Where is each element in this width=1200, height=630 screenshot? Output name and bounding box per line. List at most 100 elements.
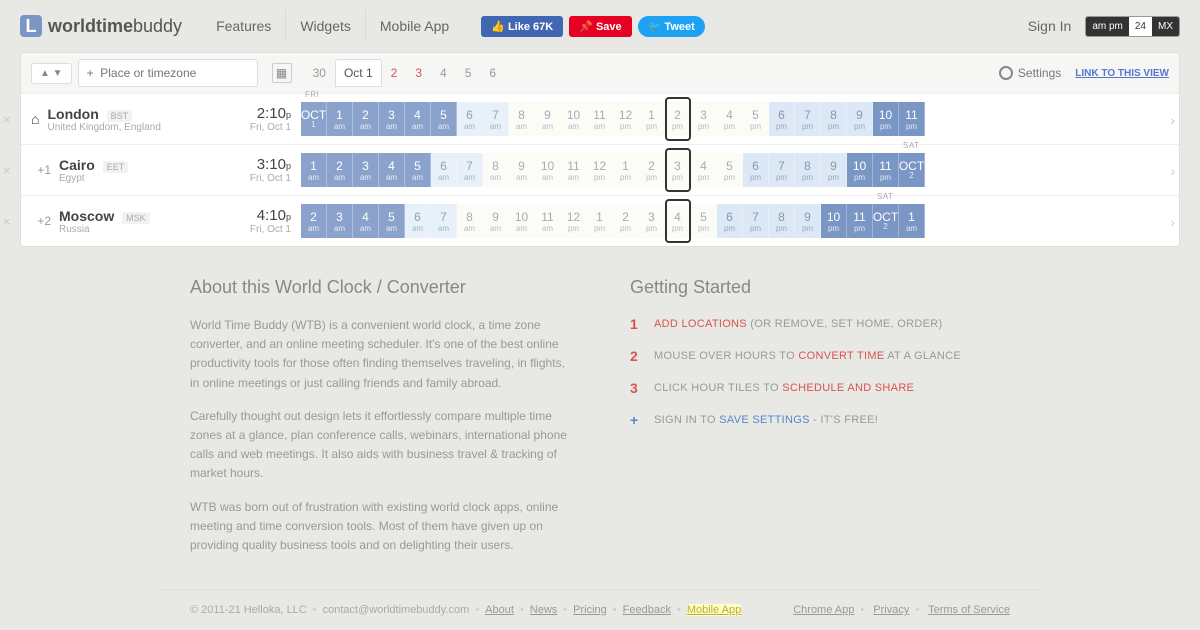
settings-button[interactable]: Settings xyxy=(999,66,1061,80)
hour-cell[interactable]: 10am xyxy=(509,204,535,238)
hour-cell[interactable]: 4am xyxy=(353,204,379,238)
hour-cell[interactable]: 5am xyxy=(431,102,457,136)
hour-cell[interactable]: 7am xyxy=(457,153,483,187)
timeline[interactable]: SAT2am3am4am5am6am7am8am9am10am11am12pm1… xyxy=(301,204,1179,238)
footer-privacy[interactable]: Privacy xyxy=(873,604,909,616)
hour-cell[interactable]: 8pm xyxy=(821,102,847,136)
hour-cell[interactable]: 9am xyxy=(509,153,535,187)
hour-cell[interactable]: 8pm xyxy=(795,153,821,187)
hour-cell[interactable]: 3pm xyxy=(639,204,665,238)
footer-chrome-app[interactable]: Chrome App xyxy=(793,604,854,616)
hour-cell[interactable]: 11am xyxy=(561,153,587,187)
hour-cell[interactable]: 4pm xyxy=(665,204,691,238)
chevron-right-icon[interactable]: › xyxy=(1170,214,1175,230)
hour-cell[interactable]: 6am xyxy=(457,102,483,136)
date-3[interactable]: 3 xyxy=(406,59,431,87)
hour-cell[interactable]: 5pm xyxy=(743,102,769,136)
date-4[interactable]: 4 xyxy=(431,59,456,87)
remove-row-button[interactable]: × xyxy=(3,112,11,127)
footer-pricing[interactable]: Pricing xyxy=(573,604,607,616)
hour-cell[interactable]: 6pm xyxy=(769,102,795,136)
hour-cell[interactable]: 5am xyxy=(379,204,405,238)
hour-cell[interactable]: OCT2 xyxy=(899,153,925,187)
hour-cell[interactable]: 11pm xyxy=(873,153,899,187)
footer-mobile-app[interactable]: Mobile App xyxy=(687,604,741,616)
date-2[interactable]: 2 xyxy=(382,59,407,87)
hour-cell[interactable]: 3am xyxy=(327,204,353,238)
hour-cell[interactable]: 10pm xyxy=(821,204,847,238)
hour-cell[interactable]: 7pm xyxy=(795,102,821,136)
footer-feedback[interactable]: Feedback xyxy=(623,604,671,616)
hour-cell[interactable]: 11am xyxy=(587,102,613,136)
hour-cell[interactable]: OCT2 xyxy=(873,204,899,238)
hour-cell[interactable]: 10pm xyxy=(873,102,899,136)
remove-row-button[interactable]: × xyxy=(3,214,11,229)
link-to-view[interactable]: LINK TO THIS VIEW xyxy=(1075,68,1169,79)
hour-cell[interactable]: 2am xyxy=(353,102,379,136)
hour-cell[interactable]: 2pm xyxy=(639,153,665,187)
hour-cell[interactable]: 6am xyxy=(405,204,431,238)
hour-cell[interactable]: 5pm xyxy=(717,153,743,187)
hour-cell[interactable]: 8am xyxy=(509,102,535,136)
hour-cell[interactable]: 10pm xyxy=(847,153,873,187)
hour-cell[interactable]: 8am xyxy=(483,153,509,187)
hour-cell[interactable]: 2am xyxy=(301,204,327,238)
hour-cell[interactable]: 9am xyxy=(483,204,509,238)
date-5[interactable]: 5 xyxy=(456,59,481,87)
hour-cell[interactable]: 7am xyxy=(431,204,457,238)
hour-cell[interactable]: 4pm xyxy=(717,102,743,136)
hour-cell[interactable]: 3pm xyxy=(665,153,691,187)
hour-cell[interactable]: 4pm xyxy=(691,153,717,187)
hour-cell[interactable]: 1pm xyxy=(587,204,613,238)
hour-cell[interactable]: 1pm xyxy=(639,102,665,136)
hour-cell[interactable]: 1am xyxy=(301,153,327,187)
hour-cell[interactable]: 5am xyxy=(405,153,431,187)
hour-cell[interactable]: 3pm xyxy=(691,102,717,136)
footer-news[interactable]: News xyxy=(530,604,558,616)
hour-cell[interactable]: 6pm xyxy=(717,204,743,238)
hour-cell[interactable]: 11pm xyxy=(847,204,873,238)
time-format-toggle[interactable]: am pm 24 MX xyxy=(1085,16,1180,37)
hour-cell[interactable]: 9pm xyxy=(847,102,873,136)
timeline[interactable]: SAT1am2am3am4am5am6am7am8am9am10am11am12… xyxy=(301,153,1179,187)
format-mx[interactable]: MX xyxy=(1152,17,1179,36)
date-oct1[interactable]: Oct 1 xyxy=(335,59,382,87)
hour-cell[interactable]: 4am xyxy=(405,102,431,136)
hour-cell[interactable]: 7pm xyxy=(769,153,795,187)
hour-cell[interactable]: 6pm xyxy=(743,153,769,187)
hour-cell[interactable]: 12pm xyxy=(561,204,587,238)
hour-cell[interactable]: 8am xyxy=(457,204,483,238)
logo[interactable]: L worldtimebuddy xyxy=(20,15,182,37)
date-6[interactable]: 6 xyxy=(480,59,505,87)
hour-cell[interactable]: 7am xyxy=(483,102,509,136)
nav-mobile-app[interactable]: Mobile App xyxy=(366,10,463,42)
place-input[interactable] xyxy=(78,59,258,87)
calendar-icon[interactable]: ▦ xyxy=(272,63,292,83)
hour-cell[interactable]: 11pm xyxy=(899,102,925,136)
hour-cell[interactable]: 9pm xyxy=(795,204,821,238)
remove-row-button[interactable]: × xyxy=(3,163,11,178)
hour-cell[interactable]: 1pm xyxy=(613,153,639,187)
footer-about[interactable]: About xyxy=(485,604,514,616)
hour-cell[interactable]: 10am xyxy=(535,153,561,187)
hour-cell[interactable]: 2pm xyxy=(613,204,639,238)
format-ampm[interactable]: am pm xyxy=(1086,17,1129,36)
hour-cell[interactable]: 3am xyxy=(353,153,379,187)
hour-cell[interactable]: 7pm xyxy=(743,204,769,238)
hour-cell[interactable]: 9pm xyxy=(821,153,847,187)
chevron-right-icon[interactable]: › xyxy=(1170,112,1175,128)
hour-cell[interactable]: 4am xyxy=(379,153,405,187)
hour-cell[interactable]: 2pm xyxy=(665,102,691,136)
date-30[interactable]: 30 xyxy=(304,59,335,87)
hour-cell[interactable]: OCT1 xyxy=(301,102,327,136)
chevron-right-icon[interactable]: › xyxy=(1170,163,1175,179)
hour-cell[interactable]: 9am xyxy=(535,102,561,136)
sign-in-link[interactable]: Sign In xyxy=(1028,18,1072,34)
hour-cell[interactable]: 2am xyxy=(327,153,353,187)
nav-features[interactable]: Features xyxy=(202,10,286,42)
hour-cell[interactable]: 10am xyxy=(561,102,587,136)
twitter-tweet-button[interactable]: 🐦 Tweet xyxy=(638,16,705,37)
hour-cell[interactable]: 11am xyxy=(535,204,561,238)
hour-cell[interactable]: 12pm xyxy=(613,102,639,136)
hour-cell[interactable]: 8pm xyxy=(769,204,795,238)
